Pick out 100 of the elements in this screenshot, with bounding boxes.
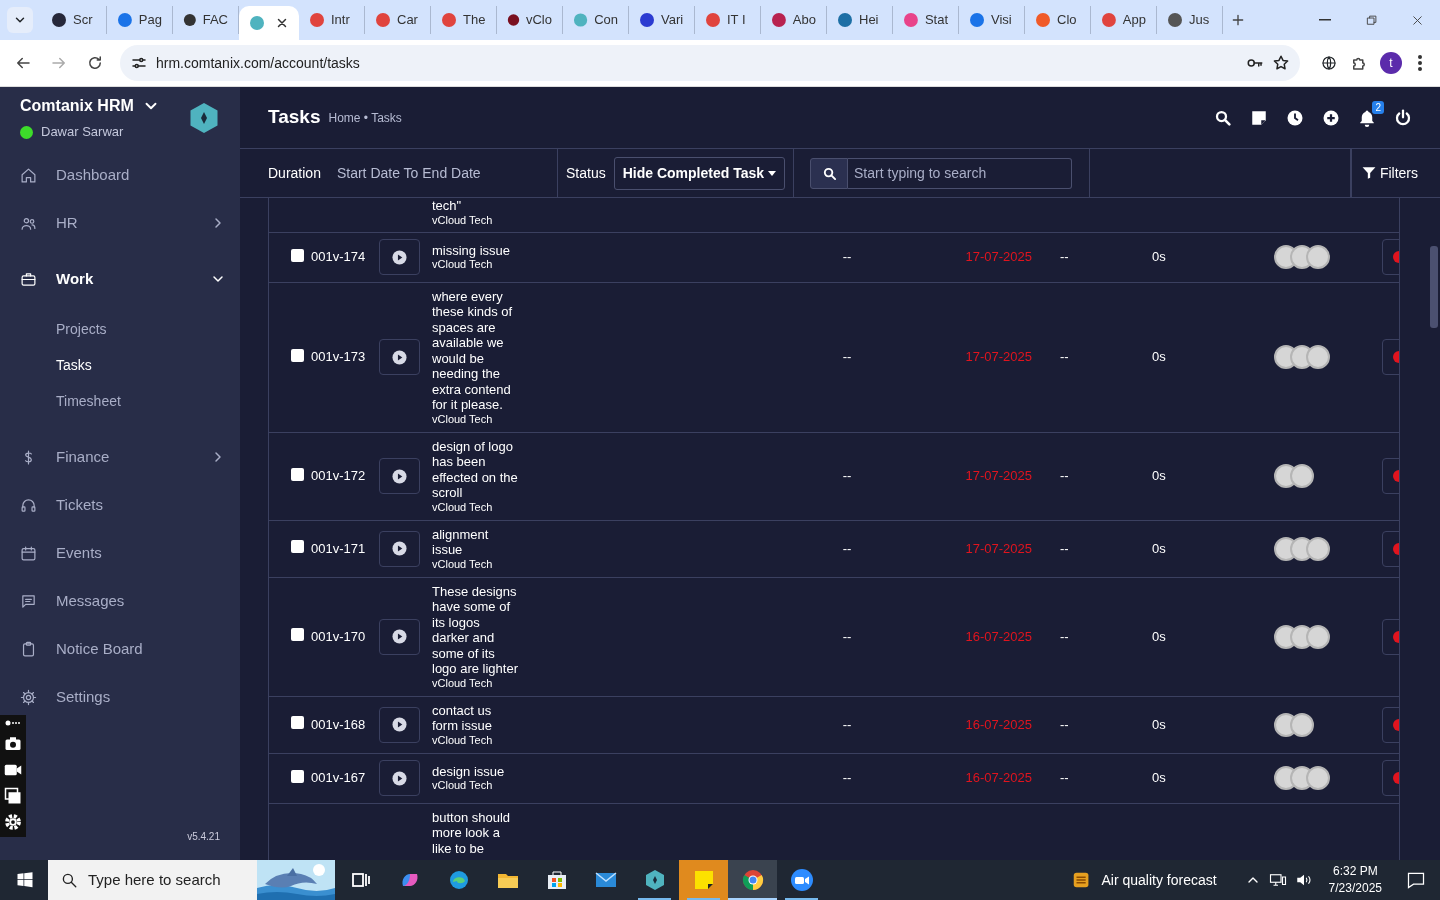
browser-tab[interactable]: Abo <box>761 6 827 34</box>
time-spent: 0s <box>1152 249 1166 265</box>
windows-icon[interactable] <box>4 787 22 805</box>
add-button[interactable] <box>1322 108 1340 127</box>
end-date: -- <box>1060 249 1069 265</box>
profile-avatar[interactable]: t <box>1380 52 1402 74</box>
settings-icon[interactable] <box>4 813 22 831</box>
clock-button[interactable] <box>1286 108 1304 127</box>
address-field[interactable]: hrm.comtanix.com/account/tasks <box>120 45 1300 81</box>
tab-title: The <box>463 11 486 30</box>
end-date: -- <box>1060 349 1069 365</box>
play-button[interactable] <box>379 706 420 743</box>
star-icon[interactable] <box>1272 54 1290 72</box>
checkbox[interactable] <box>291 716 304 729</box>
globe-icon[interactable] <box>1320 54 1338 72</box>
note-button[interactable] <box>1250 108 1268 127</box>
browser-tab[interactable]: Intr <box>299 6 365 34</box>
weather-widget[interactable]: Air quality forecast <box>1071 869 1217 891</box>
browser-tab[interactable]: Visi <box>959 6 1025 34</box>
clock-time[interactable]: 6:32 PM <box>1328 863 1382 880</box>
status-dropdown[interactable]: Hide Completed Task <box>613 156 786 190</box>
search-button[interactable] <box>1214 108 1232 127</box>
clock-date[interactable]: 7/23/2025 <box>1328 880 1382 897</box>
play-button[interactable] <box>379 339 420 375</box>
checkbox[interactable] <box>291 628 304 641</box>
headset-icon <box>20 496 37 514</box>
menu-icon[interactable] <box>1416 54 1424 72</box>
submenu-item[interactable]: Timesheet <box>0 383 240 419</box>
avatar[interactable] <box>1306 766 1330 790</box>
bell-button[interactable]: 2 <box>1358 100 1384 127</box>
scrollbar-thumb[interactable] <box>1430 246 1438 328</box>
sidebar-item[interactable]: Events <box>0 529 240 577</box>
avatar[interactable] <box>1306 245 1330 269</box>
browser-tab[interactable]: Con <box>563 6 629 34</box>
checkbox[interactable] <box>291 467 304 481</box>
filters-button[interactable]: Filters <box>1361 162 1418 184</box>
clipboard-icon <box>20 640 37 658</box>
browser-tab[interactable]: App <box>1091 6 1157 34</box>
play-button[interactable] <box>379 239 420 275</box>
browser-tab[interactable]: Scr <box>41 6 107 34</box>
search-button[interactable] <box>810 157 849 189</box>
due-date: 17-07-2025 <box>965 540 1032 556</box>
sidebar-item[interactable]: Dashboard <box>0 151 240 199</box>
more-icon[interactable] <box>5 719 21 727</box>
taskbar-app[interactable] <box>728 860 777 900</box>
sidebar-item[interactable]: HR <box>0 199 240 247</box>
camera-icon[interactable] <box>4 735 22 753</box>
browser-tab[interactable]: Jus <box>1157 6 1223 34</box>
avatar[interactable] <box>1306 536 1330 561</box>
browser-tab[interactable]: Stat <box>893 6 959 34</box>
settings-icon <box>20 688 37 706</box>
date-range-field[interactable]: Start Date To End Date <box>336 162 481 184</box>
browser-tab[interactable]: vClo <box>497 6 563 34</box>
play-button[interactable] <box>379 458 420 494</box>
power-icon <box>1394 108 1412 127</box>
checkbox[interactable] <box>291 769 304 783</box>
due-date: 17-07-2025 <box>965 468 1032 484</box>
sidebar-item[interactable]: Tickets <box>0 481 240 529</box>
network-icon[interactable] <box>1268 871 1287 889</box>
sidebar-item[interactable]: Notice Board <box>0 625 240 673</box>
browser-tab[interactable]: Clo <box>1025 6 1091 34</box>
play-button[interactable] <box>379 618 420 655</box>
sidebar-item[interactable]: Finance <box>0 433 240 481</box>
browser-tab[interactable]: Vari <box>629 6 695 34</box>
search-icon <box>1214 108 1232 127</box>
taskbar-search-field[interactable]: Type here to search <box>48 860 335 900</box>
notifications-icon[interactable] <box>1406 870 1426 890</box>
submenu-item[interactable]: Projects <box>0 311 240 347</box>
search-field[interactable]: Start typing to search <box>848 157 1073 189</box>
checkbox[interactable] <box>291 348 304 362</box>
browser-tab[interactable]: Hei <box>827 6 893 34</box>
sidebar-item[interactable]: Settings <box>0 673 240 721</box>
browser-tab[interactable]: Car <box>365 6 431 34</box>
browser-tab[interactable]: Pag <box>107 6 173 34</box>
avatar[interactable] <box>1290 464 1314 488</box>
clock-icon <box>1286 108 1304 127</box>
browser-tab[interactable]: IT I <box>695 6 761 34</box>
avatar[interactable] <box>1306 345 1330 369</box>
checkbox[interactable] <box>291 248 304 262</box>
time-spent: 0s <box>1152 770 1166 786</box>
submenu-item[interactable]: Tasks <box>0 347 240 383</box>
close-icon[interactable] <box>275 16 289 30</box>
checkbox[interactable] <box>291 540 304 553</box>
sidebar-item[interactable]: Messages <box>0 577 240 625</box>
url-text: hrm.comtanix.com/account/tasks <box>156 53 361 73</box>
time-spent: 0s <box>1152 540 1166 556</box>
search-icon <box>60 871 78 889</box>
tab-title: vClo <box>526 11 552 30</box>
tab-title: Jus <box>1189 11 1210 30</box>
tab-search-button[interactable] <box>7 7 33 33</box>
sidebar-item[interactable]: Work <box>0 247 240 311</box>
power-button[interactable] <box>1394 108 1412 127</box>
play-icon <box>392 629 407 644</box>
play-button[interactable] <box>379 530 420 567</box>
avatar[interactable] <box>1290 712 1314 737</box>
tab-title: FAC <box>202 11 228 30</box>
browser-tab[interactable]: The <box>431 6 497 34</box>
play-button[interactable] <box>379 760 420 796</box>
company-name: vCloud Tech <box>432 676 494 690</box>
avatar[interactable] <box>1306 624 1330 649</box>
